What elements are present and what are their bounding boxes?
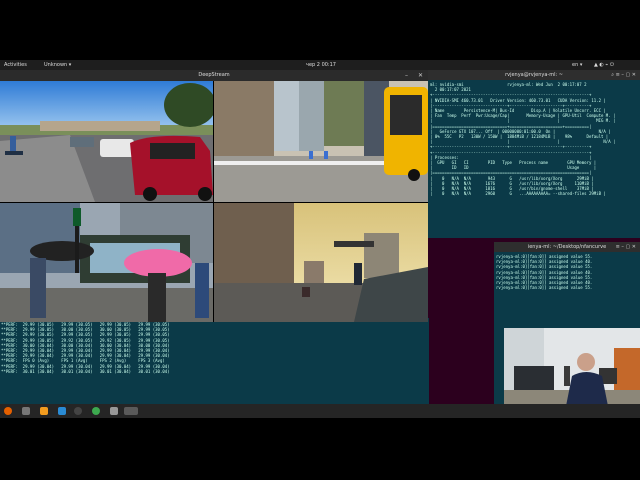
terminal-line: | 0 N/A N/A 2960 G ...AAAAAAAAA= --share… <box>430 191 606 197</box>
app-launcher-icon[interactable] <box>40 407 48 415</box>
city-bus-image <box>214 81 428 202</box>
window-controls[interactable]: ⌕ ≡ – ▢ ✕ <box>611 70 636 80</box>
vscode-icon[interactable] <box>58 407 66 415</box>
street-scene-image <box>0 81 213 202</box>
nvidia-smi-terminal[interactable]: rvjenya@rvjenya-ml: ~ ⌕ ≡ – ▢ ✕ ml: nvid… <box>428 70 640 238</box>
window-title: ienya-ml: ~/Desktop/nfancurve <box>527 244 607 250</box>
video-tile-3 <box>214 203 428 322</box>
pedestrians-umbrella-image <box>0 203 213 322</box>
video-tile-1 <box>214 81 428 202</box>
perf-terminal[interactable]: **PERF: 29.99 (30.05) 29.99 (30.05) 29.9… <box>0 318 429 404</box>
files-icon[interactable] <box>22 407 30 415</box>
window-title: rvjenya@rvjenya-ml: ~ <box>505 72 563 78</box>
deepstream-titlebar[interactable]: DeepStream – ✕ <box>0 70 428 81</box>
steam-icon[interactable] <box>74 407 82 415</box>
terminal-line: | | | MIG M. | <box>430 118 616 124</box>
nvidia-smi-output: ml: nvidia-smi rvjenya-ml: Wed Jun 2 00:… <box>428 80 640 198</box>
webcam-image <box>504 328 640 406</box>
activities-button[interactable]: Activities <box>4 62 27 68</box>
window-controls[interactable]: ≡ – ▢ ✕ <box>616 242 636 252</box>
webcam-overlay <box>504 328 640 406</box>
terminal-line: **PERF: 30.01 (30.04) 30.01 (30.04) 30.0… <box>1 368 170 374</box>
dock <box>0 404 640 418</box>
video-tile-2 <box>0 203 213 322</box>
window-title: DeepStream <box>198 72 230 78</box>
fan-terminal-titlebar[interactable]: ienya-ml: ~/Desktop/nfancurve ≡ – ▢ ✕ <box>494 242 640 252</box>
app-menu[interactable]: Unknown ▾ <box>44 62 71 68</box>
nvidia-terminal-titlebar[interactable]: rvjenya@rvjenya-ml: ~ ⌕ ≡ – ▢ ✕ <box>428 70 640 80</box>
firefox-icon[interactable] <box>4 407 12 415</box>
clock[interactable]: чер 2 00:17 <box>306 62 336 68</box>
terminal-line: rvjenya-ml:0][fan:0]] assigned value 55. <box>496 285 593 291</box>
perf-output: **PERF: 29.99 (30.05) 29.99 (30.05) 29.9… <box>1 318 429 374</box>
minimize-icon[interactable]: – <box>403 72 410 79</box>
fan-output: rvjenya-ml:0][fan:0]] assigned value 55.… <box>494 252 640 292</box>
deepstream-window[interactable]: DeepStream – ✕ <box>0 70 428 322</box>
system-tray-icons[interactable]: ▲ ◐ ⌁ ⏻ <box>594 62 614 68</box>
close-icon[interactable]: ✕ <box>417 72 424 79</box>
lang-indicator[interactable]: en ▾ <box>572 62 582 68</box>
sunset-street-image <box>214 203 428 322</box>
top-panel: Activities Unknown ▾ чер 2 00:17 en ▾ ▲ … <box>0 60 640 70</box>
active-app-icon[interactable] <box>124 407 138 415</box>
video-tile-0 <box>0 81 213 202</box>
chrome-icon[interactable] <box>92 407 100 415</box>
app-icon[interactable] <box>110 407 118 415</box>
